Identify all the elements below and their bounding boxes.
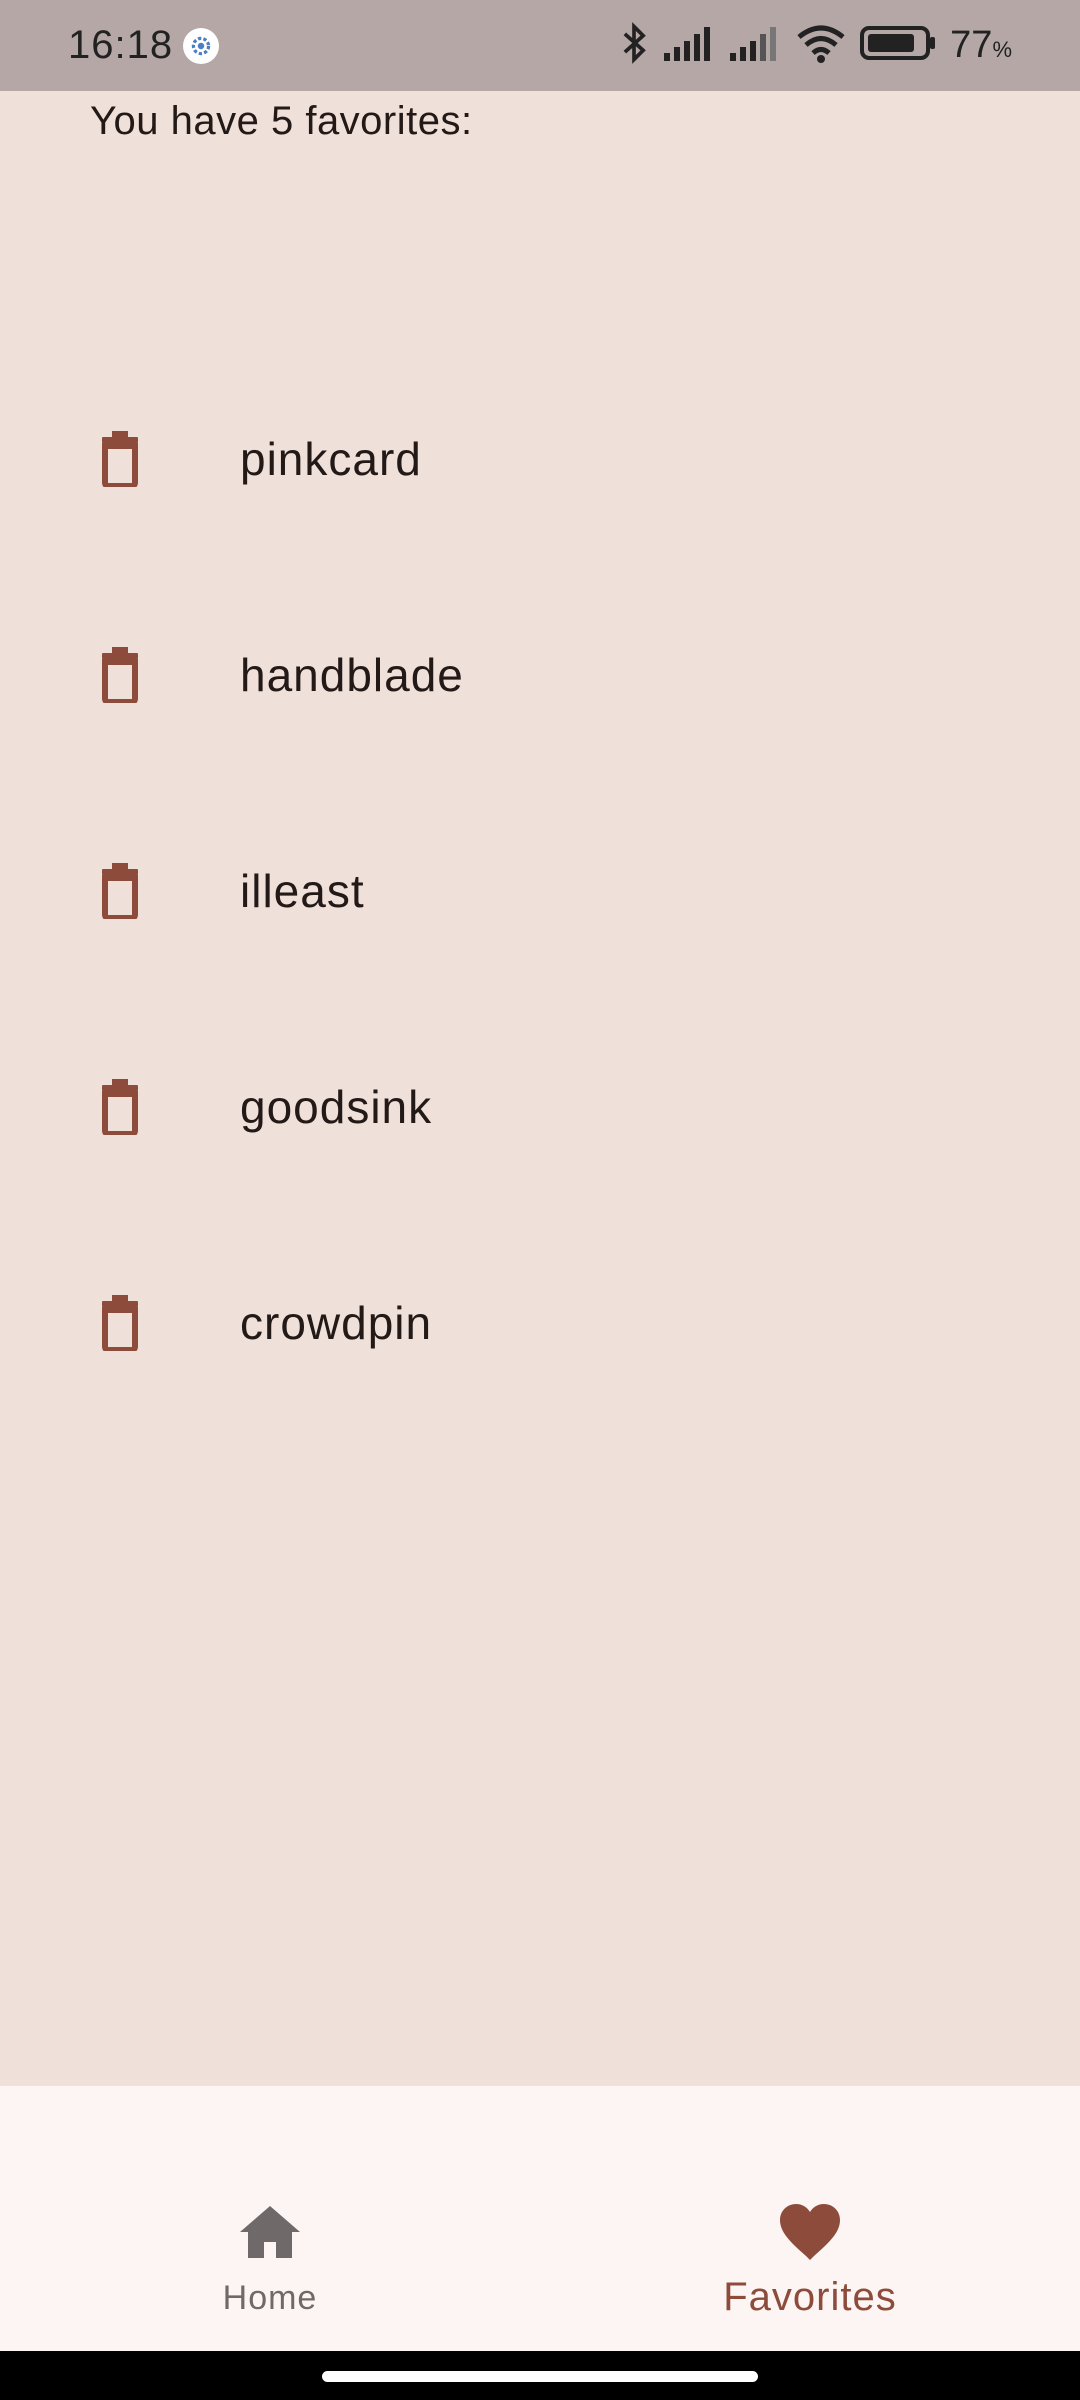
battery-icon <box>860 25 936 66</box>
home-icon <box>238 2204 302 2265</box>
status-icons: 77% <box>618 21 1012 70</box>
list-item[interactable]: crowdpin <box>0 1215 1080 1431</box>
status-bar: 16:18 77% <box>0 0 1080 91</box>
favorite-name: crowdpin <box>240 1297 433 1349</box>
list-item[interactable]: illeast <box>0 783 1080 999</box>
bottom-navigation: Home Favorites <box>0 2086 1080 2351</box>
signal-icon <box>730 25 782 66</box>
favorite-name: handblade <box>240 649 464 701</box>
battery-percent: 77% <box>950 24 1012 67</box>
signal-icon <box>664 25 716 66</box>
nav-favorites-button[interactable]: Favorites <box>540 2086 1080 2351</box>
wifi-icon <box>796 23 846 68</box>
gesture-area <box>0 2351 1080 2400</box>
nav-home-label: Home <box>222 2279 318 2317</box>
delete-icon[interactable] <box>84 855 156 927</box>
battery-percent-unit: % <box>992 37 1012 62</box>
list-item[interactable]: goodsink <box>0 999 1080 1215</box>
delete-icon[interactable] <box>84 1071 156 1143</box>
favorites-page: You have 5 favorites: pinkcard handblade… <box>0 91 1080 2086</box>
list-item[interactable]: handblade <box>0 567 1080 783</box>
settings-icon <box>183 27 220 64</box>
delete-icon[interactable] <box>84 639 156 711</box>
gesture-handle[interactable] <box>322 2371 758 2382</box>
delete-icon[interactable] <box>84 423 156 495</box>
nav-favorites-label: Favorites <box>723 2275 897 2319</box>
list-item[interactable]: pinkcard <box>0 351 1080 567</box>
status-time: 16:18 <box>68 23 174 67</box>
favorite-name: goodsink <box>240 1081 433 1133</box>
bluetooth-icon <box>618 21 650 70</box>
heart-icon <box>778 2204 842 2267</box>
battery-percent-value: 77 <box>950 24 993 66</box>
delete-icon[interactable] <box>84 1287 156 1359</box>
favorites-count-text: You have 5 favorites: <box>90 99 473 143</box>
favorite-name: pinkcard <box>240 433 422 485</box>
nav-home-button[interactable]: Home <box>0 2086 540 2351</box>
favorites-list: pinkcard handblade illeast goodsink crow… <box>0 351 1080 1431</box>
favorite-name: illeast <box>240 865 365 917</box>
